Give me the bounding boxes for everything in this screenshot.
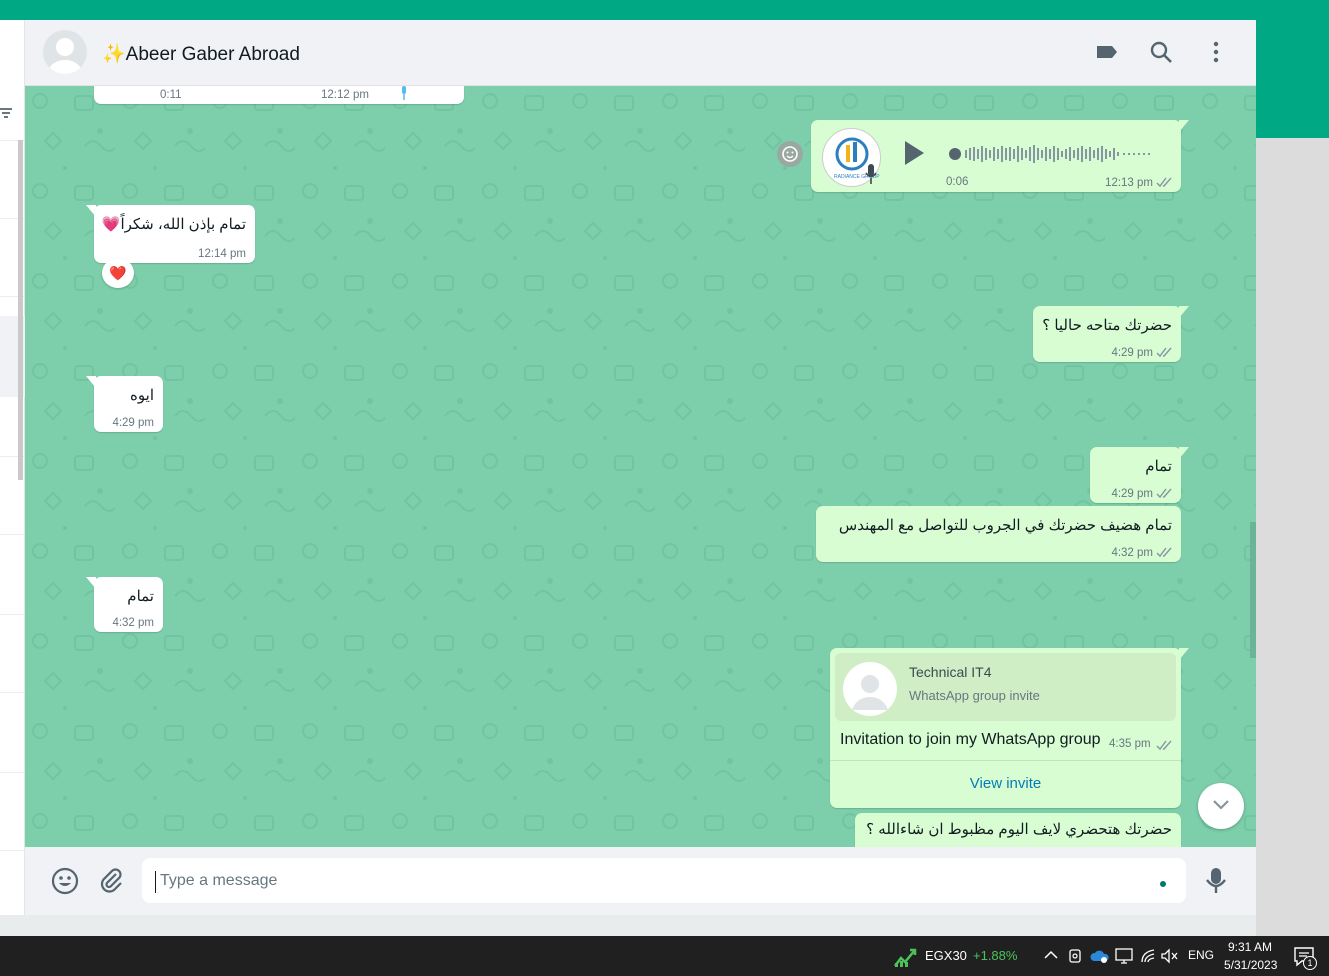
message-text: تمام هضيف حضرتك في الجروب للتواصل مع الم… (838, 517, 1172, 534)
input-language[interactable]: ENG (1188, 948, 1214, 962)
chat-scrollbar[interactable] (1250, 522, 1256, 658)
onedrive-icon[interactable] (1090, 948, 1110, 964)
invite-card[interactable]: Technical IT4 WhatsApp group invite (835, 653, 1176, 721)
message-bubble-outgoing[interactable]: تمام هضيف حضرتك في الجروب للتواصل مع الم… (816, 506, 1181, 562)
filter-icon[interactable] (0, 106, 14, 120)
chevron-up-icon[interactable] (1044, 950, 1058, 960)
message-time: 4:29 pm (112, 417, 154, 429)
message-time: 4:32 pm (112, 617, 154, 629)
display-icon[interactable] (1115, 947, 1133, 965)
message-text: حضرتك هتحضري لايف اليوم مظبوط ان شاءالله… (866, 821, 1172, 838)
voice-message-outgoing[interactable]: RADIANCE GROUP 0:06 12:13 pm (811, 120, 1189, 192)
wifi-icon[interactable] (1140, 948, 1156, 964)
emoji-icon[interactable] (51, 867, 79, 895)
read-ticks-icon (1156, 488, 1172, 499)
message-time: 4:32 pm (1111, 547, 1153, 559)
mic-icon (865, 164, 877, 184)
message-bubble-incoming[interactable]: ايوه 4:29 pm (86, 376, 163, 432)
background-green-strip (1256, 20, 1329, 138)
attach-icon[interactable] (98, 867, 124, 893)
voice-waveform[interactable] (947, 144, 1159, 164)
contact-name[interactable]: ✨Abeer Gaber Abroad (102, 42, 300, 66)
message-text: Invitation to join my WhatsApp group (840, 731, 1101, 748)
message-text: تمام بإذن الله، شكراً💗 (101, 216, 246, 233)
invite-divider (830, 760, 1181, 761)
menu-icon[interactable] (1203, 39, 1229, 65)
message-time: 4:29 pm (1111, 347, 1153, 359)
chevron-down-icon (1213, 800, 1229, 810)
stock-change: +1.88% (973, 948, 1018, 963)
chat-header[interactable]: ✨Abeer Gaber Abroad (25, 20, 1256, 86)
stock-chart-icon[interactable] (893, 946, 917, 968)
voice-duration: 0:06 (946, 176, 969, 188)
view-invite-button[interactable]: View invite (830, 775, 1181, 792)
play-icon[interactable] (903, 140, 925, 166)
read-ticks-icon (1156, 347, 1172, 358)
chat-messages-area[interactable]: 0:11 12:12 pm RADIANCE GROUP 0:06 12:13 … (25, 86, 1256, 847)
message-text: تمام (1145, 458, 1172, 475)
chat-list-panel (0, 20, 25, 915)
message-bubble-incoming[interactable]: تمام بإذن الله، شكراً💗 12:14 pm (86, 205, 255, 263)
read-ticks-icon (1156, 177, 1172, 188)
background-desktop (1256, 138, 1329, 936)
clock-time[interactable]: 9:31 AM (1228, 940, 1272, 954)
contact-avatar[interactable] (43, 30, 87, 74)
message-bubble-incoming[interactable]: 0:11 12:12 pm (94, 86, 464, 104)
message-bubble-outgoing[interactable]: حضرتك هتحضري لايف اليوم مظبوط ان شاءالله… (855, 813, 1181, 847)
message-bubble-outgoing[interactable]: حضرتك متاحه حاليا ؟ 4:29 pm (1033, 306, 1189, 362)
message-time: 12:14 pm (198, 248, 246, 260)
invite-subtitle: WhatsApp group invite (909, 688, 1040, 703)
clock-date[interactable]: 5/31/2023 (1224, 958, 1277, 972)
voice-duration: 0:11 (160, 89, 182, 101)
windows-taskbar: EGX30 +1.88% ENG 9:31 AM 5/31/2023 1 (0, 936, 1329, 976)
message-time: 4:29 pm (1111, 488, 1153, 500)
mic-icon (402, 86, 406, 100)
message-bubble-outgoing[interactable]: تمام 4:29 pm (1090, 447, 1189, 503)
reaction-badge[interactable]: ❤️ (102, 258, 134, 288)
label-icon[interactable] (1094, 39, 1120, 65)
react-emoji-icon[interactable] (777, 141, 803, 167)
search-icon[interactable] (1148, 39, 1174, 65)
message-bubble-incoming[interactable]: تمام 4:32 pm (86, 577, 163, 632)
volume-muted-icon[interactable] (1161, 948, 1179, 964)
notification-count: 1 (1303, 956, 1317, 970)
message-time: 4:35 pm (1109, 738, 1151, 750)
mic-icon[interactable] (1205, 867, 1227, 895)
read-ticks-icon (1156, 547, 1172, 558)
scroll-to-bottom-button[interactable] (1198, 783, 1244, 829)
status-dot (1160, 881, 1166, 887)
message-text: ايوه (130, 387, 154, 404)
group-invite-message[interactable]: Technical IT4 WhatsApp group invite Invi… (830, 648, 1189, 808)
message-time: 12:13 pm (1105, 177, 1153, 189)
message-text: حضرتك متاحه حاليا ؟ (1042, 317, 1172, 334)
message-input[interactable] (142, 858, 1186, 903)
group-avatar (843, 662, 897, 716)
heart-icon: ❤️ (109, 265, 127, 281)
app-top-bar (0, 0, 1329, 20)
stock-ticker[interactable]: EGX30 (925, 948, 967, 963)
text-cursor (155, 871, 156, 893)
message-composer (25, 847, 1256, 915)
group-name: Technical IT4 (909, 664, 992, 680)
message-time: 12:12 pm (321, 89, 369, 101)
chat-list-scrollbar[interactable] (18, 140, 23, 480)
message-text: تمام (127, 588, 154, 605)
device-icon[interactable] (1068, 947, 1082, 965)
read-ticks-icon (1156, 740, 1172, 751)
